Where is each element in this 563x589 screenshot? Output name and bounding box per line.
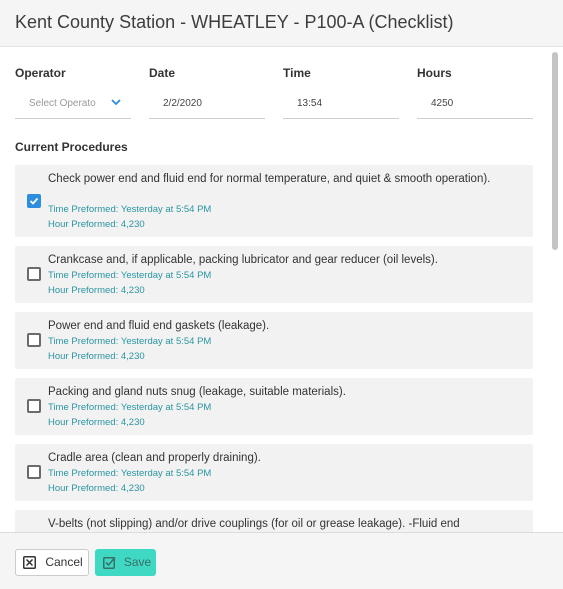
- procedure-checkbox[interactable]: [27, 333, 41, 347]
- field-row: Operator Select Operato Date 2/2/2020 Ti…: [15, 65, 533, 121]
- procedure-time: Time Preformed: Yesterday at 5:54 PM: [48, 402, 212, 413]
- procedure-time: Time Preformed: Yesterday at 5:54 PM: [48, 468, 212, 479]
- procedure-time: Time Preformed: Yesterday at 5:54 PM: [48, 204, 212, 215]
- procedure-text: V-belts (not slipping) and/or drive coup…: [48, 518, 460, 530]
- procedure-text: Crankcase and, if applicable, packing lu…: [48, 254, 438, 266]
- chevron-down-icon: [111, 99, 121, 106]
- procedure-checkbox[interactable]: [27, 267, 41, 281]
- scrollbar[interactable]: [549, 52, 561, 528]
- procedure-hour: Hour Preformed: 4,230: [48, 483, 145, 494]
- hours-input[interactable]: 4250: [417, 91, 533, 119]
- modal-body[interactable]: Operator Select Operato Date 2/2/2020 Ti…: [0, 48, 563, 532]
- procedure-text: Check power end and fluid end for normal…: [48, 173, 491, 185]
- section-title: Current Procedures: [15, 140, 128, 154]
- time-input[interactable]: 13:54: [283, 91, 399, 119]
- procedure-checkbox[interactable]: [27, 465, 41, 479]
- operator-select[interactable]: Select Operato: [15, 91, 131, 119]
- procedure-item[interactable]: Power end and fluid end gaskets (leakage…: [15, 312, 533, 369]
- cancel-button[interactable]: Cancel: [15, 549, 89, 576]
- time-field: Time 13:54: [283, 65, 399, 119]
- close-icon: [23, 556, 36, 569]
- modal-header: Kent County Station - WHEATLEY - P100-A …: [0, 0, 563, 47]
- procedure-item[interactable]: V-belts (not slipping) and/or drive coup…: [15, 510, 533, 532]
- checklist-modal: Kent County Station - WHEATLEY - P100-A …: [0, 0, 563, 589]
- procedure-checkbox[interactable]: [27, 399, 41, 413]
- operator-field: Operator Select Operato: [15, 65, 131, 119]
- procedure-text: Power end and fluid end gaskets (leakage…: [48, 320, 270, 332]
- check-square-icon: [103, 556, 116, 569]
- page-title: Kent County Station - WHEATLEY - P100-A …: [15, 12, 454, 32]
- procedure-hour: Hour Preformed: 4,230: [48, 417, 145, 428]
- procedure-text: Packing and gland nuts snug (leakage, su…: [48, 386, 346, 398]
- procedure-time: Time Preformed: Yesterday at 5:54 PM: [48, 336, 212, 347]
- procedure-item[interactable]: Cradle area (clean and properly draining…: [15, 444, 533, 501]
- hours-field: Hours 4250: [417, 65, 533, 119]
- procedure-item[interactable]: Packing and gland nuts snug (leakage, su…: [15, 378, 533, 435]
- procedure-hour: Hour Preformed: 4,230: [48, 285, 145, 296]
- procedure-hour: Hour Preformed: 4,230: [48, 351, 145, 362]
- cancel-button-label: Cancel: [45, 555, 83, 569]
- procedure-item[interactable]: Check power end and fluid end for normal…: [15, 165, 533, 237]
- time-label: Time: [283, 66, 311, 80]
- date-field: Date 2/2/2020: [149, 65, 265, 119]
- procedure-time: Time Preformed: Yesterday at 5:54 PM: [48, 270, 212, 281]
- operator-label: Operator: [15, 66, 66, 80]
- procedure-checkbox[interactable]: [27, 194, 41, 208]
- scrollbar-thumb[interactable]: [552, 52, 558, 250]
- check-icon: [29, 197, 39, 205]
- operator-placeholder: Select Operato: [29, 98, 96, 109]
- hours-label: Hours: [417, 66, 452, 80]
- save-button-label: Save: [123, 555, 152, 569]
- date-input[interactable]: 2/2/2020: [149, 91, 265, 119]
- procedure-hour: Hour Preformed: 4,230: [48, 219, 145, 230]
- date-label: Date: [149, 66, 176, 80]
- procedure-text: Cradle area (clean and properly draining…: [48, 452, 261, 464]
- modal-footer: Cancel Save: [0, 532, 563, 589]
- save-button[interactable]: Save: [95, 549, 156, 576]
- procedure-item[interactable]: Crankcase and, if applicable, packing lu…: [15, 246, 533, 303]
